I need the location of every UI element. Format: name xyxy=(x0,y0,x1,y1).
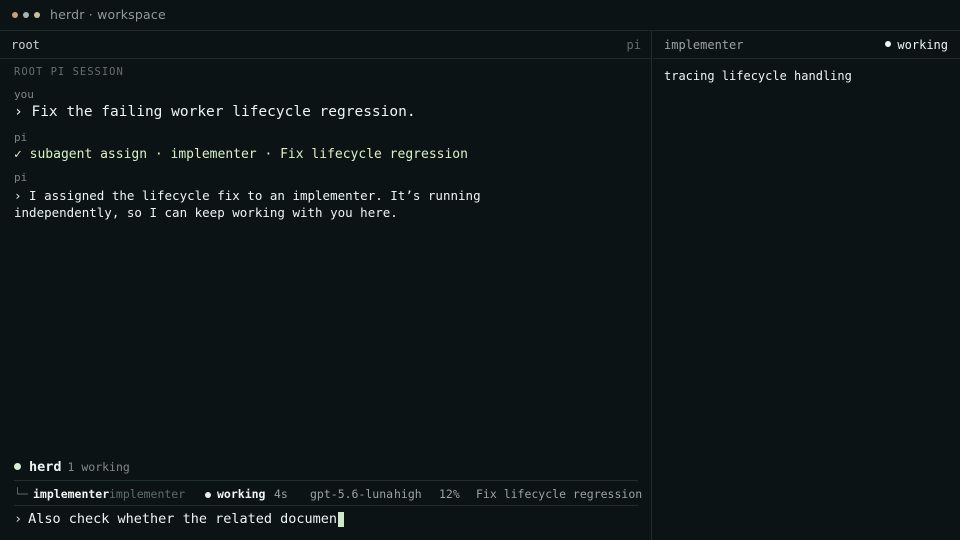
root-pane-header: root pi xyxy=(0,31,651,59)
assistant-message: › I assigned the lifecycle fix to an imp… xyxy=(14,188,481,220)
title-bar: herdr · workspace xyxy=(0,0,960,31)
agent-status: working xyxy=(205,487,265,501)
herd-name: herd xyxy=(29,459,62,475)
agent-progress: 12% xyxy=(439,487,460,501)
window-dot-2[interactable] xyxy=(23,12,29,18)
window-dot-3[interactable] xyxy=(34,12,40,18)
pane-title: root xyxy=(11,38,40,52)
pane-title: implementer xyxy=(664,38,744,52)
implementer-pane-header: implementer working xyxy=(653,31,960,59)
status-dot-icon xyxy=(885,41,892,47)
pane-output: tracing lifecycle handling xyxy=(664,69,852,83)
herd-summary[interactable]: herd 1 working xyxy=(14,459,130,475)
text-cursor xyxy=(338,511,344,527)
agent-role: implementer xyxy=(109,487,186,501)
window-controls xyxy=(12,12,40,18)
speaker-pi: pi xyxy=(14,171,28,184)
tool-call-message: ✓ subagent assign · implementer · Fix li… xyxy=(14,147,468,162)
pane-status: working xyxy=(885,38,948,52)
pane-tag: pi xyxy=(626,38,641,52)
status-dot-icon xyxy=(14,463,21,470)
agent-name: implementer xyxy=(33,487,110,501)
herd-count: 1 working xyxy=(67,460,130,474)
speaker-pi: pi xyxy=(14,131,28,144)
window-dot-1[interactable] xyxy=(12,12,18,18)
pane-status-label: working xyxy=(897,38,948,52)
agent-effort: high xyxy=(394,487,422,501)
user-message: › Fix the failing worker lifecycle regre… xyxy=(14,104,416,120)
divider xyxy=(14,505,638,506)
status-dot-icon xyxy=(205,492,211,498)
session-label: ROOT PI SESSION xyxy=(14,66,124,78)
agent-task: Fix lifecycle regression xyxy=(476,487,643,501)
chat-input[interactable]: › Also check whether the related documen xyxy=(14,511,344,527)
app-title: herdr · workspace xyxy=(50,7,166,22)
tree-branch-icon: └─ xyxy=(14,487,28,501)
agent-elapsed: 4s xyxy=(274,487,288,501)
divider xyxy=(14,480,638,481)
implementer-pane[interactable]: implementer working tracing lifecycle ha… xyxy=(653,31,960,540)
chat-input-value[interactable]: Also check whether the related documen xyxy=(28,511,337,527)
root-pane[interactable]: root pi ROOT PI SESSION you › Fix the fa… xyxy=(0,31,652,540)
prompt-chevron-icon: › xyxy=(14,511,23,527)
speaker-you: you xyxy=(14,88,34,101)
agent-model: gpt-5.6-luna xyxy=(310,487,394,501)
